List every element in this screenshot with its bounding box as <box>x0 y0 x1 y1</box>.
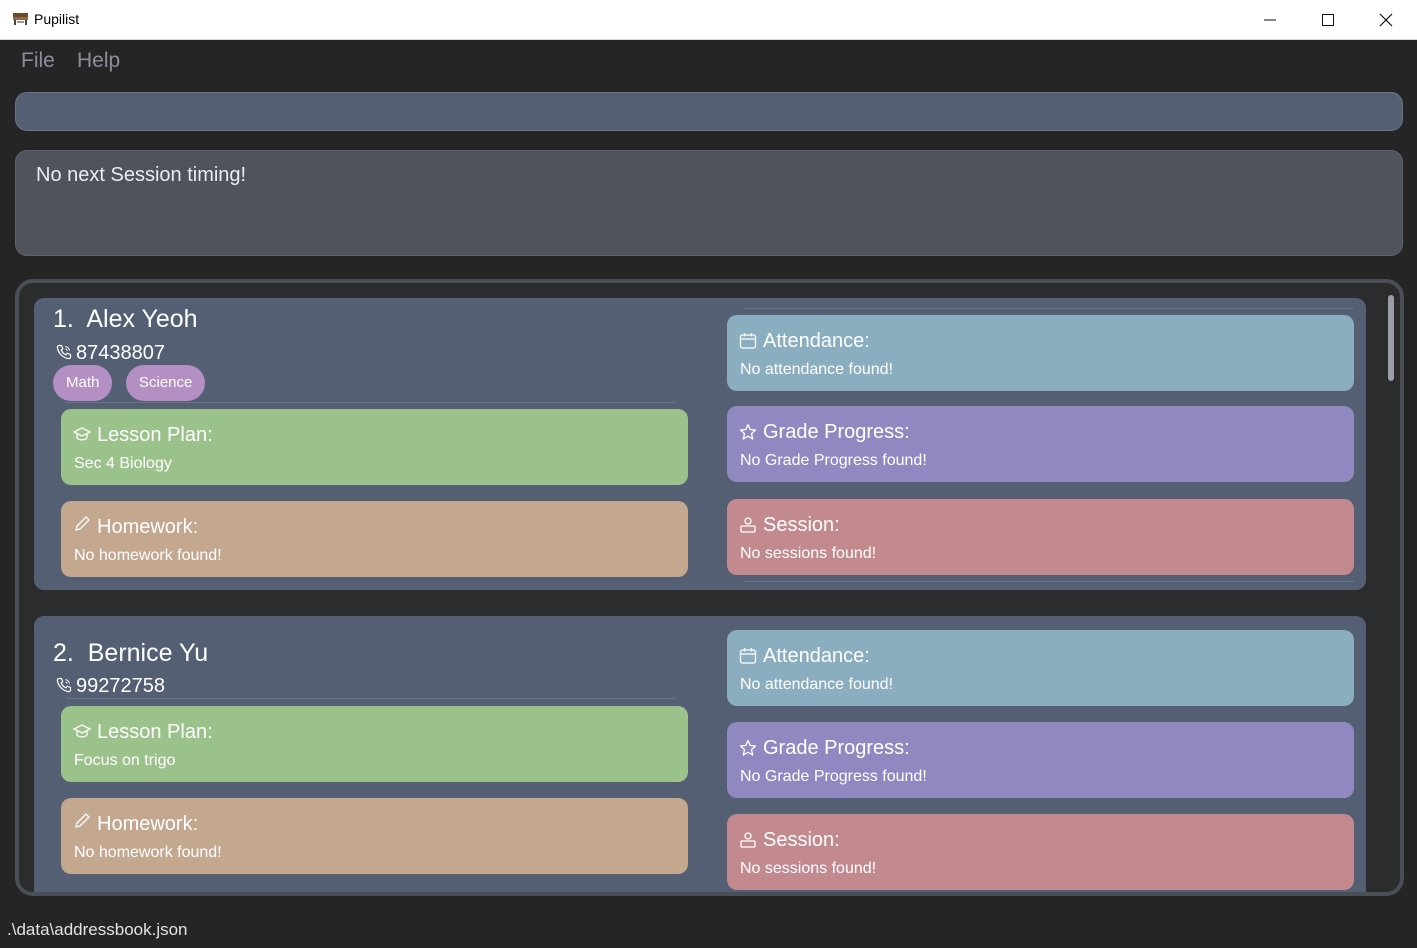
tag-badge: Math <box>53 365 113 401</box>
graduation-cap-icon <box>73 427 91 441</box>
attendance-text: No attendance found! <box>740 361 894 378</box>
status-bar: .\data\addressbook.json <box>0 906 1417 948</box>
person-phone: 99272758 <box>76 675 165 697</box>
grade-progress-title: Grade Progress: <box>763 737 910 759</box>
homework-title: Homework: <box>97 516 199 538</box>
divider <box>744 581 1354 582</box>
phone-icon <box>56 677 72 693</box>
homework-box: Homework: No homework found! <box>61 798 688 874</box>
session-text: No sessions found! <box>740 860 877 877</box>
divider <box>66 402 676 403</box>
session-title: Session: <box>763 829 840 851</box>
menu-file[interactable]: File <box>21 49 55 73</box>
grade-progress-box: Grade Progress: No Grade Progress found! <box>727 722 1354 798</box>
homework-text: No homework found! <box>74 844 222 861</box>
homework-box: Homework: No homework found! <box>61 501 688 577</box>
person-desk-icon <box>740 517 756 533</box>
person-list: 1. Alex Yeoh 87438807 Math Science Lesso… <box>15 279 1404 896</box>
grade-progress-title: Grade Progress: <box>763 421 910 443</box>
scrollbar-thumb[interactable] <box>1388 295 1394 381</box>
phone-icon <box>56 344 72 360</box>
session-title: Session: <box>763 514 840 536</box>
homework-title: Homework: <box>97 813 199 835</box>
divider <box>66 698 676 699</box>
session-text: No sessions found! <box>740 545 877 562</box>
maximize-button[interactable] <box>1299 0 1357 39</box>
maximize-icon <box>1322 14 1334 26</box>
minimize-button[interactable] <box>1241 0 1299 39</box>
result-text: No next Session timing! <box>36 164 247 186</box>
grade-progress-text: No Grade Progress found! <box>740 768 927 785</box>
minimize-icon <box>1264 19 1276 21</box>
star-icon <box>739 739 757 756</box>
close-button[interactable] <box>1357 0 1415 39</box>
lesson-plan-text: Focus on trigo <box>74 752 176 769</box>
command-input[interactable] <box>15 92 1403 131</box>
window-title: Pupilist <box>34 11 80 27</box>
tag-badge: Science <box>126 365 206 401</box>
attendance-title: Attendance: <box>763 330 870 352</box>
menu-bar: File Help <box>0 40 1417 84</box>
person-phone: 87438807 <box>76 342 165 364</box>
attendance-title: Attendance: <box>763 645 870 667</box>
star-icon <box>739 423 757 440</box>
person-desk-icon <box>740 832 756 848</box>
grade-progress-text: No Grade Progress found! <box>740 452 927 469</box>
lesson-plan-title: Lesson Plan: <box>97 721 213 743</box>
attendance-box: Attendance: No attendance found! <box>727 315 1354 391</box>
grade-progress-box: Grade Progress: No Grade Progress found! <box>727 406 1354 482</box>
lesson-plan-text: Sec 4 Biology <box>74 455 172 472</box>
lesson-plan-box: Lesson Plan: Focus on trigo <box>61 706 688 782</box>
person-card[interactable]: 2. Bernice Yu 99272758 Lesson Plan: Focu… <box>34 616 1366 892</box>
graduation-cap-icon <box>73 724 91 738</box>
person-name: 2. Bernice Yu <box>53 639 209 667</box>
attendance-box: Attendance: No attendance found! <box>727 630 1354 706</box>
app-icon <box>13 13 28 25</box>
person-name: 1. Alex Yeoh <box>53 305 198 333</box>
title-bar: Pupilist <box>0 0 1417 40</box>
lesson-plan-title: Lesson Plan: <box>97 424 213 446</box>
lesson-plan-box: Lesson Plan: Sec 4 Biology <box>61 409 688 485</box>
calendar-icon <box>739 333 757 349</box>
calendar-icon <box>739 648 757 664</box>
divider <box>744 308 1354 309</box>
session-box: Session: No sessions found! <box>727 499 1354 575</box>
close-icon <box>1379 13 1393 27</box>
attendance-text: No attendance found! <box>740 676 894 693</box>
data-file-path: .\data\addressbook.json <box>7 920 188 939</box>
result-display: No next Session timing! <box>15 150 1403 256</box>
session-box: Session: No sessions found! <box>727 814 1354 890</box>
homework-text: No homework found! <box>74 547 222 564</box>
person-card[interactable]: 1. Alex Yeoh 87438807 Math Science Lesso… <box>34 298 1366 590</box>
menu-help[interactable]: Help <box>77 49 120 73</box>
pencil-icon <box>75 516 90 531</box>
pencil-icon <box>75 813 90 828</box>
